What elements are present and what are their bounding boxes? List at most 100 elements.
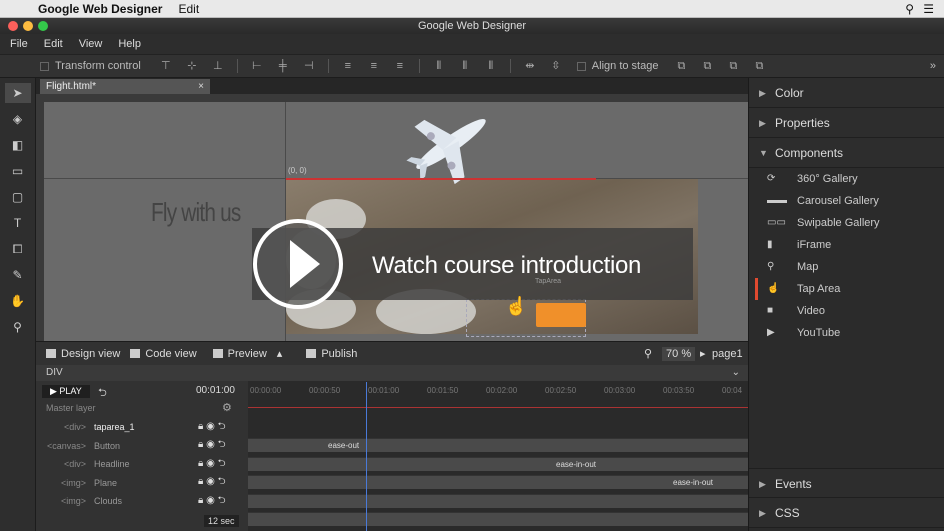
crop-tool-icon[interactable]: ⧠: [5, 239, 31, 259]
vertical-ruler[interactable]: [36, 102, 44, 341]
menu-edit[interactable]: Edit: [44, 38, 63, 50]
timeline-play-button[interactable]: ▶ PLAY: [42, 385, 90, 398]
close-window-button[interactable]: [8, 21, 18, 31]
publish-button[interactable]: Publish: [306, 348, 357, 360]
3d-rotate-icon[interactable]: ◧: [5, 135, 31, 155]
3d-object-icon[interactable]: ◈: [5, 109, 31, 129]
track-row[interactable]: [248, 438, 748, 452]
button-canvas[interactable]: [536, 303, 586, 327]
align-middle-icon[interactable]: ⊹: [185, 60, 199, 72]
eye-icon[interactable]: ◉: [206, 495, 215, 506]
zoom-window-button[interactable]: [38, 21, 48, 31]
align-top-icon[interactable]: ⊤: [159, 60, 173, 72]
component-item[interactable]: ▭▭ Swipable Gallery: [763, 212, 943, 234]
lock-icon[interactable]: 🔒︎: [198, 476, 203, 487]
timeline-collapse-icon[interactable]: ⌄: [732, 365, 740, 381]
revert-icon[interactable]: ⮌: [218, 439, 226, 450]
headline-text[interactable]: Fly with us: [151, 197, 241, 228]
close-tab-icon[interactable]: ×: [198, 79, 204, 94]
ease-label[interactable]: ease-in-out: [556, 460, 596, 469]
component-item[interactable]: ▶ YouTube: [763, 322, 943, 344]
lock-icon[interactable]: 🔒︎: [198, 421, 203, 432]
page-name[interactable]: page1: [712, 348, 743, 360]
css-section[interactable]: ▶ CSS: [749, 498, 944, 528]
component-item[interactable]: ☝ Tap Area: [763, 278, 943, 300]
menu-file[interactable]: File: [10, 38, 28, 50]
layer-name[interactable]: Plane: [94, 478, 198, 488]
component-item[interactable]: ⚲ Map: [763, 256, 943, 278]
transform-icon-4[interactable]: ⧉: [752, 60, 766, 72]
layer-name[interactable]: Headline: [94, 459, 198, 469]
eye-icon[interactable]: ◉: [206, 439, 215, 450]
transform-icon-3[interactable]: ⧉: [726, 60, 740, 72]
lock-icon[interactable]: 🔒︎: [198, 439, 203, 450]
properties-section[interactable]: ▶ Properties: [749, 108, 944, 138]
layer-row[interactable]: <canvas> Button 🔒︎ ◉ ⮌: [36, 437, 248, 455]
revert-icon[interactable]: ⮌: [218, 421, 226, 432]
app-menu[interactable]: Google Web Designer: [38, 2, 162, 16]
code-view-button[interactable]: Code view: [130, 348, 197, 360]
component-item[interactable]: ▬▬ Carousel Gallery: [763, 190, 943, 212]
distribute-right-icon[interactable]: ⦀: [484, 60, 498, 72]
distribute-bottom-icon[interactable]: ≡: [393, 60, 407, 72]
align-bottom-icon[interactable]: ⊥: [211, 60, 225, 72]
lock-icon[interactable]: 🔒︎: [198, 495, 203, 506]
align-right-icon[interactable]: ⊣: [302, 60, 316, 72]
ease-label[interactable]: ease-in-out: [673, 478, 713, 487]
layer-settings-icon[interactable]: ⚙: [222, 401, 232, 414]
design-view-button[interactable]: Design view: [46, 348, 120, 360]
align-left-icon[interactable]: ⊢: [250, 60, 264, 72]
plane-image[interactable]: [401, 104, 501, 184]
distribute-left-icon[interactable]: ⦀: [432, 60, 446, 72]
layer-name[interactable]: Clouds: [94, 496, 198, 506]
mac-edit-menu[interactable]: Edit: [178, 2, 199, 16]
events-section[interactable]: ▶ Events: [749, 468, 944, 498]
track-row[interactable]: [248, 493, 748, 508]
distribute-top-icon[interactable]: ≡: [341, 60, 355, 72]
minimize-window-button[interactable]: [23, 21, 33, 31]
timeline-tracks[interactable]: 00:00:00 00:00:50 00:01:00 00:01:50 00:02:00…: [248, 381, 748, 531]
color-section[interactable]: ▶ Color: [749, 78, 944, 108]
track-row[interactable]: [248, 456, 748, 471]
align-to-stage-checkbox[interactable]: [576, 61, 586, 71]
stage[interactable]: Fly with us (0, 0): [36, 94, 748, 341]
menu-view[interactable]: View: [79, 38, 103, 50]
playhead[interactable]: [366, 382, 367, 531]
revert-icon[interactable]: ⮌: [218, 476, 226, 487]
search-icon[interactable]: ⚲: [905, 2, 914, 16]
fill-tool-icon[interactable]: ✎: [5, 265, 31, 285]
lock-icon[interactable]: 🔒︎: [198, 458, 203, 469]
zoom-tool-icon[interactable]: ⚲: [5, 317, 31, 337]
shape-tool-icon[interactable]: ▢: [5, 187, 31, 207]
eye-icon[interactable]: ◉: [206, 458, 215, 469]
timeline-duration[interactable]: 12 sec: [204, 515, 239, 527]
document-tab[interactable]: Flight.html* ×: [40, 79, 210, 94]
layer-row[interactable]: <div> taparea_1 🔒︎ ◉ ⮌: [36, 418, 248, 436]
component-item[interactable]: ■ Video: [763, 300, 943, 322]
space-horizontal-icon[interactable]: ⇹: [523, 60, 537, 72]
selection-tool-icon[interactable]: ➤: [4, 83, 31, 103]
preview-button[interactable]: Preview ▴: [212, 347, 282, 360]
revert-icon[interactable]: ⮌: [218, 458, 226, 469]
components-section[interactable]: ▼ Components: [749, 138, 944, 168]
align-center-icon[interactable]: ╪: [276, 60, 290, 72]
layer-name[interactable]: Button: [94, 441, 198, 451]
ease-label[interactable]: ease-out: [328, 441, 359, 450]
transform-icon-2[interactable]: ⧉: [700, 60, 714, 72]
tag-tool-icon[interactable]: ▭: [5, 161, 31, 181]
list-icon[interactable]: ☰: [923, 2, 934, 16]
eye-icon[interactable]: ◉: [206, 476, 215, 487]
transform-control-checkbox[interactable]: [40, 61, 49, 71]
layer-row[interactable]: <img> Clouds 🔒︎ ◉ ⮌: [36, 492, 248, 510]
distribute-middle-icon[interactable]: ≡: [367, 60, 381, 72]
loop-icon[interactable]: ⮌: [98, 384, 107, 403]
current-time[interactable]: 00:01:00: [196, 385, 235, 396]
distribute-center-icon[interactable]: ⦀: [458, 60, 472, 72]
layer-row[interactable]: <img> Plane 🔒︎ ◉ ⮌: [36, 474, 248, 492]
track-row[interactable]: [248, 512, 748, 526]
component-item[interactable]: ▮ iFrame: [763, 234, 943, 256]
layer-name[interactable]: taparea_1: [94, 422, 198, 432]
revert-icon[interactable]: ⮌: [218, 495, 226, 506]
text-tool-icon[interactable]: T: [5, 213, 31, 233]
hand-tool-icon[interactable]: ✋: [5, 291, 31, 311]
